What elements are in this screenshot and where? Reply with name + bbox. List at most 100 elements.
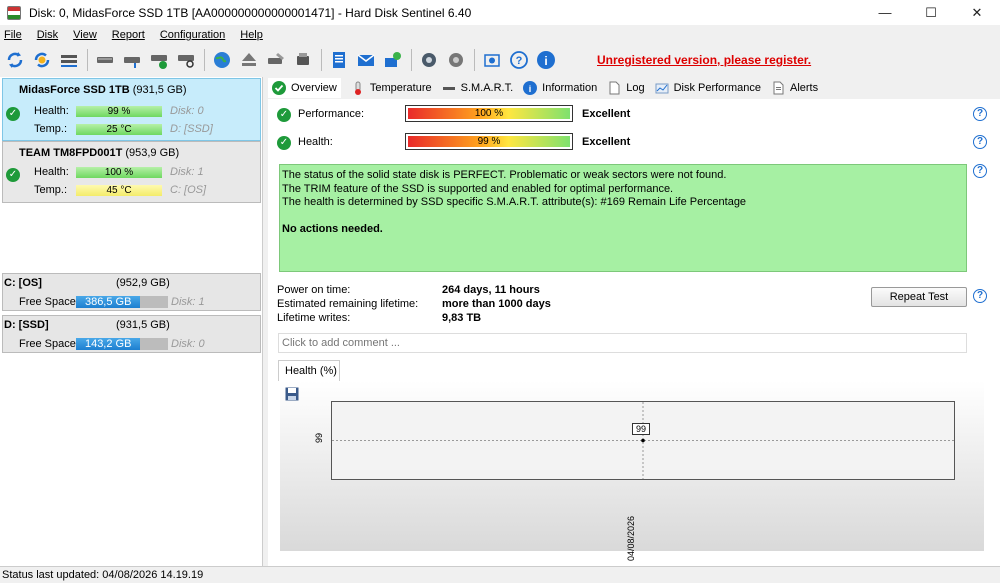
data-point-label: 99 bbox=[632, 423, 651, 435]
y-tick-label: 99 bbox=[314, 432, 325, 444]
graph-tab-health[interactable]: Health (%) bbox=[278, 360, 340, 381]
disk-ok-icon[interactable] bbox=[147, 48, 171, 72]
disk-name: TEAM TM8FPD001T (953,9 GB) bbox=[19, 147, 180, 159]
status-description: The status of the solid state disk is PE… bbox=[279, 164, 967, 272]
status-ok-icon: ✓ bbox=[6, 107, 20, 121]
help-icon[interactable]: ? bbox=[973, 135, 987, 149]
send-report-icon[interactable] bbox=[381, 48, 405, 72]
info-icon[interactable]: i bbox=[534, 48, 558, 72]
menu-disk[interactable]: Disk bbox=[33, 26, 58, 44]
comment-input[interactable] bbox=[278, 333, 967, 353]
tab-log[interactable]: Log bbox=[607, 81, 645, 95]
tab-smart[interactable]: S.M.A.R.T. bbox=[442, 81, 514, 95]
report-icon[interactable] bbox=[327, 48, 351, 72]
refresh-icon[interactable] bbox=[3, 48, 27, 72]
free-space-bar: 143,2 GB bbox=[76, 338, 168, 350]
eject-icon[interactable] bbox=[237, 48, 261, 72]
toolbar-separator bbox=[204, 49, 205, 71]
help-icon[interactable]: ? bbox=[973, 107, 987, 121]
info-icon: i bbox=[523, 81, 538, 95]
volume-disk: Disk: 1 bbox=[171, 296, 205, 308]
disk-backup-icon[interactable] bbox=[291, 48, 315, 72]
tab-bar: Overview Temperature S.M.A.R.T. i Inform… bbox=[268, 77, 1000, 99]
menu-view[interactable]: View bbox=[69, 26, 97, 44]
tab-overview[interactable]: Overview bbox=[268, 78, 341, 98]
help-icon[interactable]: ? bbox=[507, 48, 531, 72]
disk-list-icon[interactable] bbox=[57, 48, 81, 72]
svg-text:i: i bbox=[544, 54, 547, 68]
free-space-value: 143,2 GB bbox=[76, 338, 141, 350]
tab-temperature[interactable]: Temperature bbox=[351, 81, 432, 95]
save-icon[interactable] bbox=[285, 387, 299, 401]
menu-help[interactable]: Help bbox=[236, 26, 263, 44]
temp-bar: 45 °C bbox=[76, 185, 162, 196]
tab-alerts[interactable]: Alerts bbox=[771, 81, 818, 95]
plot-area bbox=[331, 401, 955, 480]
help-icon[interactable]: ? bbox=[973, 289, 987, 303]
gear-icon[interactable] bbox=[417, 48, 441, 72]
close-button[interactable]: ✕ bbox=[954, 0, 1000, 25]
health-label: Health: bbox=[298, 136, 333, 148]
free-space-label: Free Space bbox=[19, 338, 76, 350]
power-on-value: 264 days, 11 hours bbox=[442, 284, 540, 296]
disk-list-panel: MidasForce SSD 1TB (931,5 GB) ✓ Health: … bbox=[0, 77, 263, 566]
volume-name: C: [OS] bbox=[4, 277, 42, 289]
lifetime-writes-label: Lifetime writes: bbox=[277, 312, 351, 324]
health-rating: Excellent bbox=[582, 136, 631, 148]
toolbar-separator bbox=[474, 49, 475, 71]
tab-label: Information bbox=[542, 82, 598, 94]
tab-label: S.M.A.R.T. bbox=[460, 82, 514, 94]
remaining-lifetime-label: Estimated remaining lifetime: bbox=[277, 298, 419, 310]
maximize-button[interactable]: ☐ bbox=[908, 0, 954, 25]
disk-surface-icon[interactable] bbox=[120, 48, 144, 72]
thermometer-icon bbox=[351, 81, 365, 95]
remaining-lifetime-value: more than 1000 days bbox=[442, 298, 551, 310]
x-tick-label: 04/08/2026 bbox=[626, 515, 636, 561]
help-icon[interactable]: ? bbox=[973, 164, 987, 178]
menu-bar: File Disk View Report Configuration Help bbox=[0, 26, 274, 44]
toolbar-separator bbox=[87, 49, 88, 71]
tab-label: Temperature bbox=[369, 82, 432, 94]
tab-disk-performance[interactable]: Disk Performance bbox=[655, 81, 761, 95]
disk-card-0[interactable]: MidasForce SSD 1TB (931,5 GB) ✓ Health: … bbox=[2, 78, 261, 141]
health-bar: 100 % bbox=[76, 167, 162, 178]
screenshot-icon[interactable] bbox=[480, 48, 504, 72]
performance-value: 100 % bbox=[408, 108, 570, 119]
power-on-label: Power on time: bbox=[277, 284, 351, 296]
disk-test-icon[interactable] bbox=[93, 48, 117, 72]
registration-warning-link[interactable]: Unregistered version, please register. bbox=[597, 53, 811, 67]
tab-label: Log bbox=[626, 82, 645, 94]
disk-name: MidasForce SSD 1TB (931,5 GB) bbox=[19, 84, 187, 96]
title-bar: Disk: 0, MidasForce SSD 1TB [AA000000000… bbox=[0, 0, 1000, 25]
toolbar-separator bbox=[411, 49, 412, 71]
repeat-test-button[interactable]: Repeat Test bbox=[871, 287, 967, 307]
settings-advanced-icon[interactable] bbox=[444, 48, 468, 72]
globe-icon[interactable] bbox=[210, 48, 234, 72]
temp-label: Temp.: bbox=[34, 123, 68, 135]
menu-file[interactable]: File bbox=[0, 26, 22, 44]
refresh-warning-icon[interactable] bbox=[30, 48, 54, 72]
document-icon bbox=[607, 81, 621, 95]
disk-search-icon[interactable] bbox=[174, 48, 198, 72]
disk-card-1[interactable]: TEAM TM8FPD001T (953,9 GB) ✓ Health: 100… bbox=[2, 141, 261, 203]
tab-information[interactable]: i Information bbox=[523, 81, 597, 95]
details-panel: Overview Temperature S.M.A.R.T. i Inform… bbox=[268, 77, 1000, 566]
performance-rating: Excellent bbox=[582, 108, 631, 120]
temp-label: Temp.: bbox=[34, 184, 68, 196]
tab-label: Overview bbox=[291, 82, 337, 94]
lifetime-writes-value: 9,83 TB bbox=[442, 312, 482, 324]
data-point bbox=[641, 438, 645, 443]
health-graph: 99 99 04/08/2026 bbox=[280, 381, 984, 561]
svg-text:i: i bbox=[529, 84, 532, 94]
disk-index: Disk: 0 bbox=[170, 105, 204, 117]
volume-card-c[interactable]: C: [OS] (952,9 GB) Free Space 386,5 GB D… bbox=[2, 273, 261, 311]
minimize-button[interactable]: — bbox=[862, 0, 908, 25]
menu-configuration[interactable]: Configuration bbox=[156, 26, 225, 44]
volume-card-d[interactable]: D: [SSD] (931,5 GB) Free Space 143,2 GB … bbox=[2, 315, 261, 353]
status-ok-icon: ✓ bbox=[6, 168, 20, 182]
disk-tools-icon[interactable] bbox=[264, 48, 288, 72]
status-line: The health is determined by SSD specific… bbox=[282, 196, 747, 208]
status-bar: Status last updated: 04/08/2026 14.19.19 bbox=[0, 566, 1000, 583]
menu-report[interactable]: Report bbox=[108, 26, 145, 44]
email-icon[interactable] bbox=[354, 48, 378, 72]
